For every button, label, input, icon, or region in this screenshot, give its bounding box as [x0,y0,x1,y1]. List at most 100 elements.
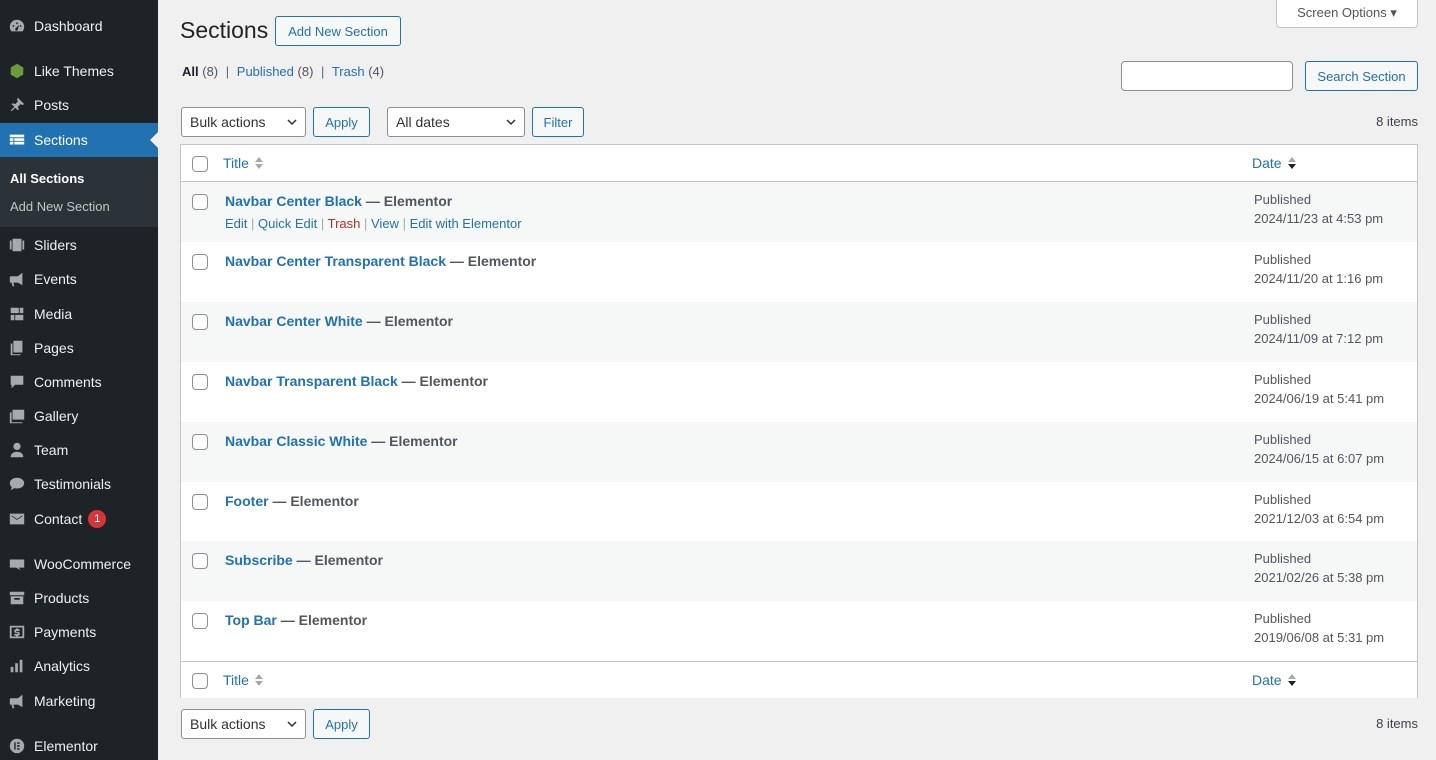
title-separator: — [367,433,390,449]
menu-item-sliders[interactable]: Sliders [0,228,158,262]
view-all-link[interactable]: All (8) [182,64,218,79]
row-date: 2021/02/26 at 5:38 pm [1254,570,1385,585]
quick-edit-link[interactable]: Quick Edit [258,216,317,231]
bar-chart-icon [0,657,34,675]
view-filters: All (8) | Published (8) | Trash (4) [182,64,384,79]
column-title-sort[interactable]: Title [223,672,263,688]
row-title: Navbar Transparent Black — Elementor [225,373,488,389]
row-checkbox[interactable] [192,613,208,629]
column-title-sort[interactable]: Title [223,155,263,171]
row-title: Footer — Elementor [225,493,359,509]
menu-item-analytics[interactable]: Analytics [0,649,158,683]
menu-label: Like Themes [34,63,114,79]
apply-button-bottom[interactable]: Apply [313,709,370,739]
date-filter-select[interactable]: All dates [387,107,525,137]
media-icon [0,305,34,323]
screen-options-button[interactable]: Screen Options ▾ [1276,0,1418,28]
menu-label: Sections [34,132,88,148]
row-checkbox[interactable] [192,434,208,450]
row-title-link[interactable]: Top Bar [225,612,277,628]
row-checkbox[interactable] [192,374,208,390]
apply-button[interactable]: Apply [313,107,370,137]
menu-label: Gallery [34,408,79,424]
table-row: Navbar Center Black — Elementor Edit | Q… [181,182,1417,242]
bulk-actions-select-bottom[interactable]: Bulk actions [181,709,306,739]
row-title-link[interactable]: Subscribe [225,552,293,568]
row-title: Navbar Center Black — Elementor [225,193,452,209]
menu-item-elementor[interactable]: Elementor [0,729,158,760]
megaphone-icon [0,692,34,710]
view-published-link[interactable]: Published (8) [237,64,314,79]
menu-item-like-themes[interactable]: Like Themes [0,54,158,88]
main-content: Sections Add New Section Screen Options … [180,0,1418,760]
column-date-label: Date [1252,155,1282,171]
submenu-add-new-section[interactable]: Add New Section [10,199,110,214]
menu-item-posts[interactable]: Posts [0,88,158,122]
menu-item-payments[interactable]: Payments [0,615,158,649]
row-title-link[interactable]: Navbar Center Black [225,193,362,209]
column-date-label: Date [1252,672,1282,688]
menu-item-sections[interactable]: Sections [0,123,158,157]
menu-label: Payments [34,624,97,640]
row-status: Published [1254,192,1312,207]
row-title-link[interactable]: Navbar Center White [225,313,363,329]
row-checkbox[interactable] [192,194,208,210]
menu-item-gallery[interactable]: Gallery [0,399,158,433]
column-title-label: Title [223,155,249,171]
table-row: Navbar Center Transparent Black — Elemen… [181,242,1417,302]
view-trash-link[interactable]: Trash (4) [332,64,384,79]
row-status: Published [1254,312,1312,327]
menu-label: WooCommerce [34,556,131,572]
trash-link[interactable]: Trash [328,216,361,231]
row-title-link[interactable]: Navbar Classic White [225,433,367,449]
edit-link[interactable]: Edit [225,216,247,231]
column-date-sort[interactable]: Date [1252,155,1296,171]
chevron-down-icon [506,119,516,126]
bulk-actions-select[interactable]: Bulk actions [181,107,306,137]
menu-item-events[interactable]: Events [0,262,158,296]
submenu-all-sections[interactable]: All Sections [10,171,84,186]
menu-label: Analytics [34,658,91,674]
add-new-section-button[interactable]: Add New Section [275,16,401,46]
menu-item-products[interactable]: Products [0,581,158,615]
row-checkbox[interactable] [192,494,208,510]
menu-item-marketing[interactable]: Marketing [0,684,158,718]
row-date: 2019/06/08 at 5:31 pm [1254,630,1385,645]
row-checkbox[interactable] [192,314,208,330]
search-section-button[interactable]: Search Section [1305,61,1418,91]
menu-item-team[interactable]: Team [0,433,158,467]
menu-item-testimonials[interactable]: Testimonials [0,467,158,501]
row-date: 2024/06/15 at 6:07 pm [1254,451,1385,466]
bulk-actions-value: Bulk actions [190,716,266,732]
row-checkbox[interactable] [192,553,208,569]
menu-item-contact[interactable]: Contact 1 [0,502,158,536]
select-all-checkbox[interactable] [192,673,208,689]
sort-icon [254,674,263,686]
row-actions: Edit | Quick Edit | Trash | View | Edit … [225,216,522,231]
post-state: Elementor [389,433,458,449]
menu-item-woocommerce[interactable]: WooCommerce [0,547,158,581]
menu-item-comments[interactable]: Comments [0,365,158,399]
search-input[interactable] [1121,61,1293,91]
items-count: 8 items [1376,114,1418,129]
row-title-link[interactable]: Navbar Transparent Black [225,373,398,389]
post-state: Elementor [290,493,359,509]
row-title: Top Bar — Elementor [225,612,367,628]
menu-item-pages[interactable]: Pages [0,331,158,365]
select-all-checkbox[interactable] [192,156,208,172]
table-row: Navbar Classic White — Elementor Publish… [181,422,1417,482]
menu-item-dashboard[interactable]: Dashboard [0,9,158,43]
row-checkbox[interactable] [192,254,208,270]
menu-label: Events [34,271,77,287]
row-title-link[interactable]: Navbar Center Transparent Black [225,253,446,269]
row-title-link[interactable]: Footer [225,493,269,509]
menu-item-media[interactable]: Media [0,297,158,331]
table-header: Title Date [181,145,1417,182]
column-date-sort[interactable]: Date [1252,672,1296,688]
view-link[interactable]: View [371,216,399,231]
filter-button[interactable]: Filter [532,107,584,137]
edit-with-elementor-link[interactable]: Edit with Elementor [410,216,522,231]
post-state: Elementor [383,193,453,209]
post-state: Elementor [467,253,537,269]
gallery-icon [0,407,34,425]
